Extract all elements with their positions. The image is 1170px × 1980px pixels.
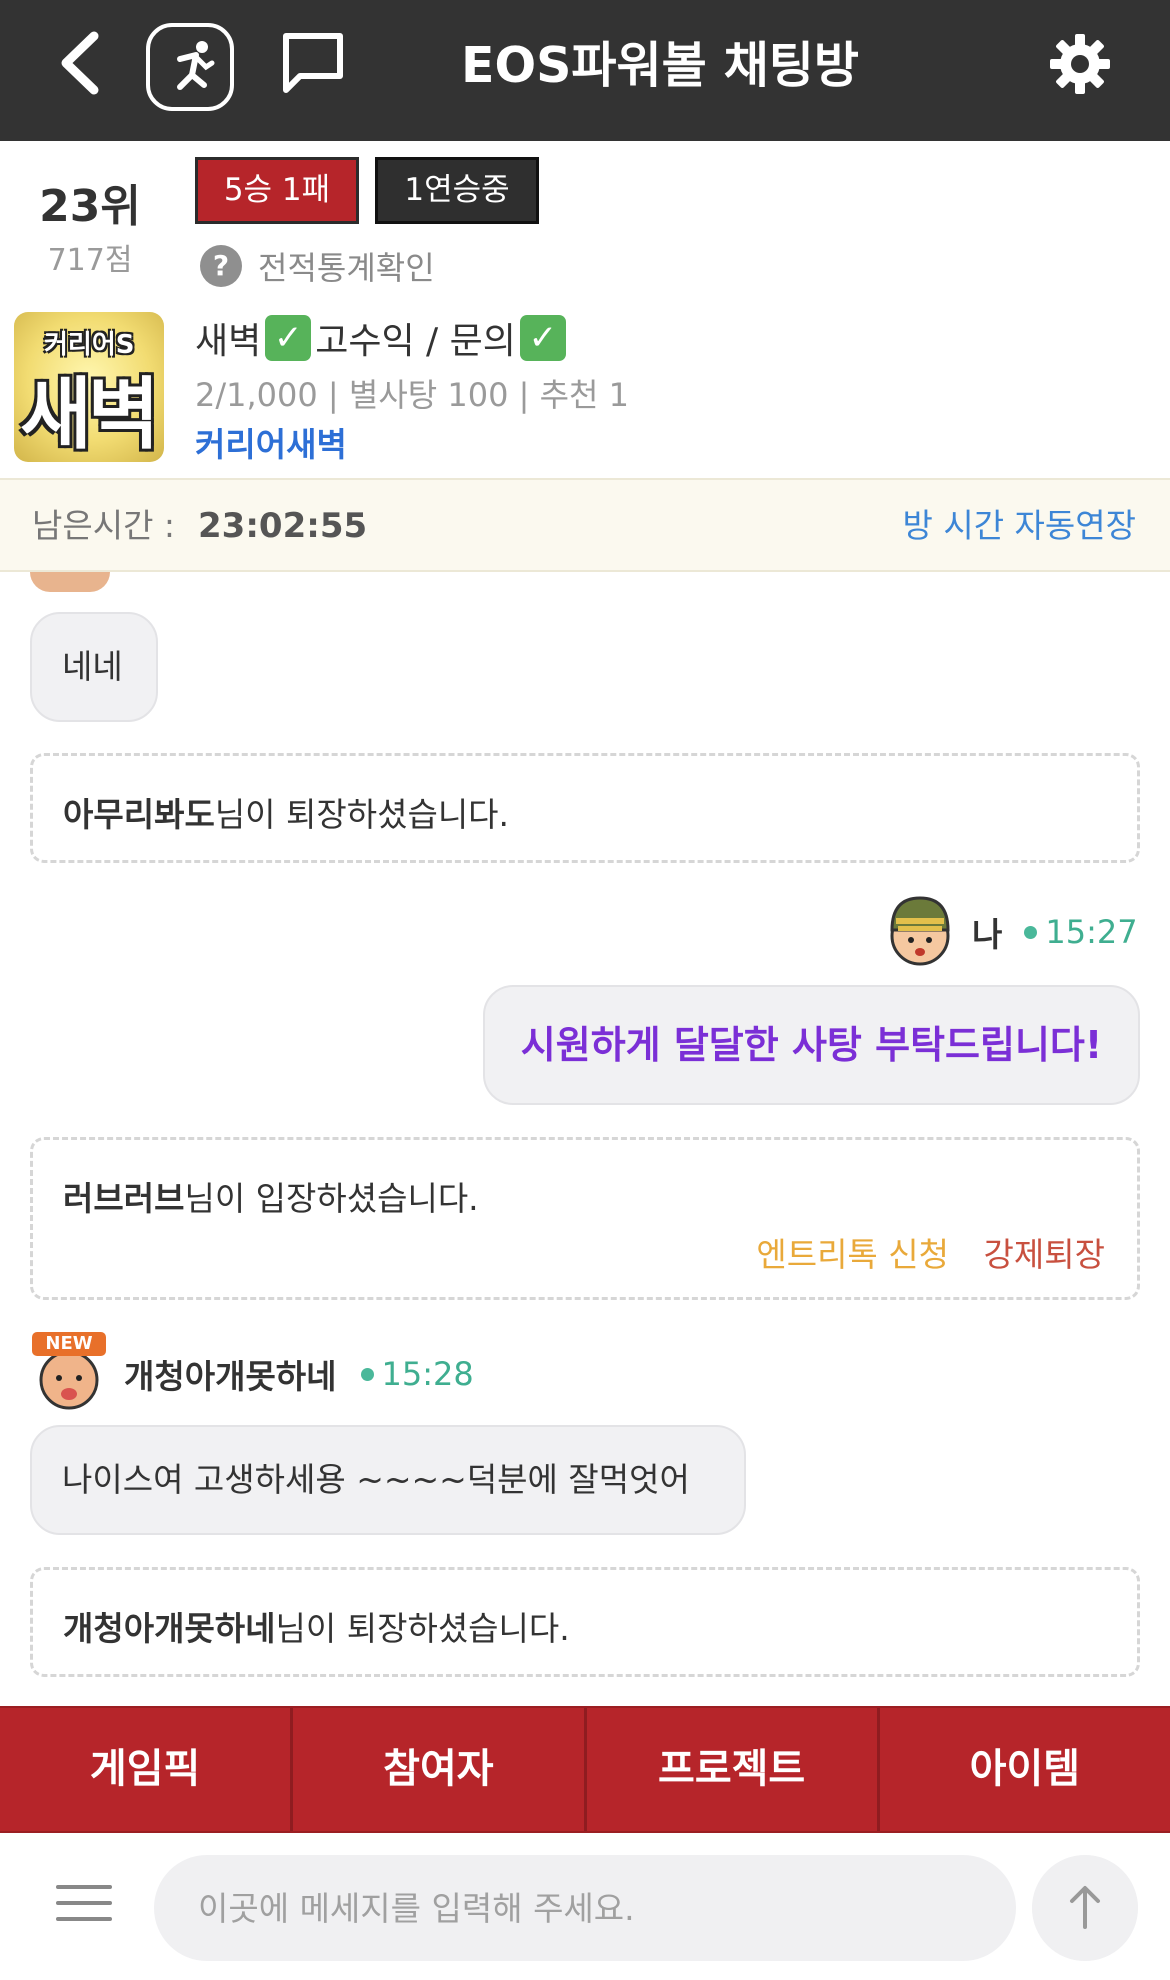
room-title-part1: 새벽 (195, 321, 262, 362)
online-dot-icon (360, 1367, 374, 1381)
auto-extend-link[interactable]: 방 시간 자동연장 (903, 480, 1137, 572)
back-arrow-icon[interactable] (52, 28, 112, 98)
notice-username: 러브러브 (63, 1179, 185, 1218)
tab-project[interactable]: 프로젝트 (587, 1708, 880, 1831)
menu-icon[interactable] (56, 1885, 112, 1925)
streak-badge: 1연승중 (375, 157, 539, 224)
top-bar: EOS파워볼 채팅방 (0, 0, 1170, 141)
notice-text: 님이 입장하셨습니다. (184, 1179, 479, 1218)
stats-link-label: 전적통계확인 (258, 249, 435, 287)
room-info: 2/1,000 | 별사탕 100 | 추천 1 (195, 376, 629, 414)
avatar[interactable] (882, 892, 958, 968)
system-notice: 러브러브님이 입장하셨습니다. 엔트리톡 신청 강제퇴장 (30, 1137, 1140, 1300)
gear-icon[interactable] (1048, 32, 1112, 96)
timer-bar: 남은시간 : 23:02:55 방 시간 자동연장 (0, 478, 1170, 572)
message-time: 15:28 (381, 1355, 474, 1393)
new-badge: NEW (45, 1333, 93, 1354)
chat-bubble-icon[interactable] (278, 30, 348, 96)
check-mark-icon: ✓ (519, 315, 566, 361)
avatar (30, 572, 110, 592)
tab-participants[interactable]: 참여자 (293, 1708, 587, 1831)
running-person-icon[interactable] (146, 23, 234, 111)
message-header: 나 15:27 (972, 908, 1138, 956)
rank-label: 23위 (39, 181, 141, 232)
entry-talk-request-link[interactable]: 엔트리톡 신청 (756, 1228, 949, 1276)
points-label: 717점 (47, 243, 133, 278)
notice-text: 님이 퇴장하셨습니다. (214, 795, 510, 834)
timer-value: 23:02:55 (198, 506, 368, 546)
room-title: 새벽 ✓ 고수익 / 문의 ✓ (195, 312, 570, 364)
question-icon: ? (200, 245, 242, 287)
room-owner-link[interactable]: 커리어새벽 (195, 418, 347, 466)
message-time: 15:27 (1045, 913, 1138, 951)
notice-username: 아무리봐도 (63, 795, 215, 834)
kick-user-link[interactable]: 강제퇴장 (984, 1228, 1105, 1276)
bottom-tab-bar: 게임픽 참여자 프로젝트 아이템 (0, 1706, 1170, 1833)
room-avatar[interactable]: 커리어S 새벽 (14, 312, 164, 462)
system-notice: 개청아개못하네님이 퇴장하셨습니다. (30, 1567, 1140, 1677)
avatar[interactable]: NEW (28, 1330, 110, 1412)
room-title-part2: 고수익 / 문의 (315, 321, 516, 362)
sender-name: 나 (972, 915, 1003, 954)
record-badge: 5승 1패 (195, 157, 359, 224)
send-arrow-icon[interactable] (1032, 1855, 1138, 1961)
chat-bubble: 나이스여 고생하세용 ~~~~덕분에 잘먹엇어여 (30, 1425, 746, 1605)
notice-text: 님이 퇴장하셨습니다. (275, 1609, 570, 1648)
timer-label: 남은시간 : (32, 506, 176, 545)
chat-bubble: 네네 (30, 612, 158, 722)
online-dot-icon (1024, 925, 1038, 939)
sender-name[interactable]: 개청아개못하네 (124, 1350, 337, 1398)
message-header: 개청아개못하네 15:28 (124, 1350, 474, 1398)
page-title: EOS파워볼 채팅방 (461, 37, 859, 94)
system-notice: 아무리봐도님이 퇴장하셨습니다. (30, 753, 1140, 863)
room-avatar-title: 새벽 (20, 370, 160, 460)
check-mark-icon: ✓ (265, 315, 312, 361)
tab-items[interactable]: 아이템 (880, 1708, 1170, 1831)
chat-bubble-mine: 시원하게 달달한 사탕 부탁드립니다! (483, 985, 1140, 1105)
stats-link[interactable]: ? 전적통계확인 (200, 244, 435, 288)
message-input-area (0, 1833, 1170, 1980)
notice-username: 개청아개못하네 (63, 1609, 276, 1648)
tab-game-pick[interactable]: 게임픽 (0, 1708, 294, 1831)
message-input[interactable] (154, 1855, 1016, 1961)
